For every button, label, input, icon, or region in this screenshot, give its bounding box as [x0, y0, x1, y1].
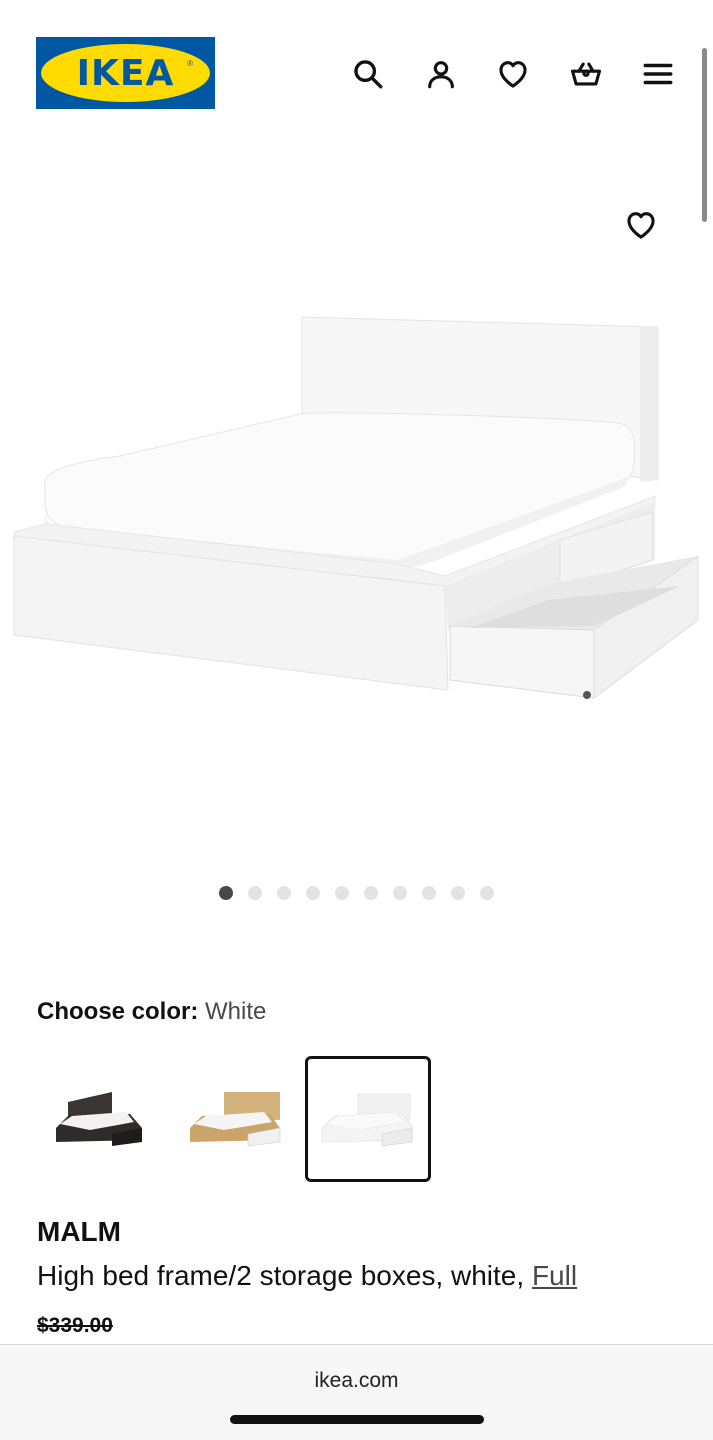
- account-icon[interactable]: [421, 54, 461, 94]
- home-indicator[interactable]: [230, 1415, 484, 1424]
- color-option-black-brown[interactable]: [37, 1056, 163, 1182]
- color-picker-label-row: Choose color: White: [37, 998, 266, 1026]
- carousel-dot[interactable]: [480, 886, 494, 900]
- product-description-text: High bed frame/2 storage boxes, white,: [37, 1260, 532, 1291]
- search-icon[interactable]: [348, 54, 388, 94]
- carousel-dot[interactable]: [277, 886, 291, 900]
- color-option-oak-veneer[interactable]: [171, 1056, 297, 1182]
- save-to-favorites-heart-icon[interactable]: [620, 204, 662, 246]
- product-size-link[interactable]: Full: [532, 1260, 577, 1291]
- product-description: High bed frame/2 storage boxes, white, F…: [37, 1260, 577, 1292]
- carousel-dot[interactable]: [219, 886, 233, 900]
- carousel-dot[interactable]: [306, 886, 320, 900]
- wishlist-heart-icon[interactable]: [493, 54, 533, 94]
- carousel-dot[interactable]: [335, 886, 349, 900]
- browser-address-bar: ikea.com: [0, 1344, 713, 1440]
- carousel-dot[interactable]: [422, 886, 436, 900]
- menu-icon[interactable]: [638, 54, 678, 94]
- carousel-dot[interactable]: [393, 886, 407, 900]
- color-option-white[interactable]: [305, 1056, 431, 1182]
- basket-icon[interactable]: [566, 54, 606, 94]
- selected-color-value: White: [205, 998, 267, 1025]
- choose-color-label: Choose color:: [37, 998, 206, 1025]
- logo-registered-mark: ®: [187, 59, 193, 68]
- site-header: IKEA ®: [0, 0, 713, 140]
- image-carousel-dots: [0, 886, 713, 904]
- product-name: MALM: [37, 1216, 121, 1247]
- carousel-dot[interactable]: [364, 886, 378, 900]
- logo-text: IKEA: [76, 52, 175, 94]
- carousel-dot[interactable]: [451, 886, 465, 900]
- ikea-logo[interactable]: IKEA ®: [36, 37, 215, 109]
- carousel-dot[interactable]: [248, 886, 262, 900]
- product-old-price: $339.00: [37, 1314, 113, 1337]
- url-text[interactable]: ikea.com: [0, 1369, 713, 1393]
- page-scrollbar[interactable]: [702, 48, 707, 222]
- product-image-bed[interactable]: [0, 290, 713, 760]
